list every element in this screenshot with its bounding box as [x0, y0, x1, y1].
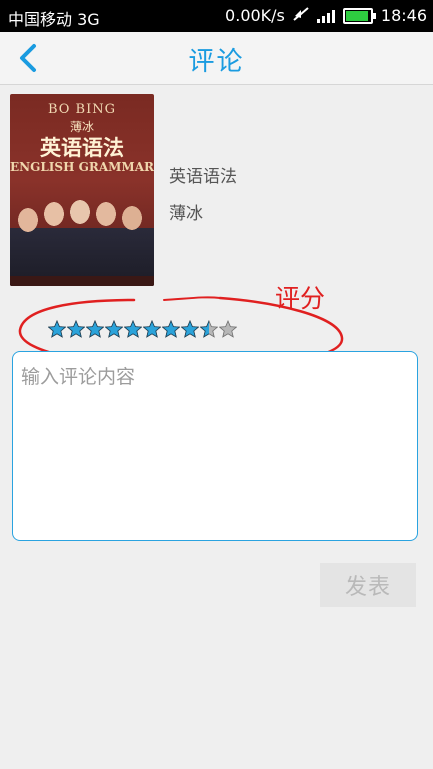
network-speed: 0.00K/s [225, 6, 285, 25]
book-title: 英语语法 [169, 167, 237, 187]
status-bar: 中国移动 3G 0.00K/s 18:46 [0, 0, 433, 32]
comment-input[interactable] [12, 351, 418, 541]
mute-icon [293, 6, 309, 25]
star-icon[interactable] [67, 320, 85, 338]
battery-icon [342, 7, 376, 24]
rating-stars[interactable] [48, 320, 237, 340]
star-icon[interactable] [200, 320, 218, 338]
star-icon[interactable] [181, 320, 199, 338]
app-bar: 评论 [0, 32, 433, 85]
book-cover-image: BO BING 薄冰 英语语法 ENGLISH GRAMMAR [10, 94, 154, 286]
star-icon[interactable] [86, 320, 104, 338]
star-icon[interactable] [162, 320, 180, 338]
star-icon[interactable] [124, 320, 142, 338]
status-indicators: 0.00K/s 18:46 [225, 6, 427, 25]
star-icon[interactable] [219, 320, 237, 338]
cover-title-en: ENGLISH GRAMMAR [10, 160, 154, 174]
cover-people-photo [10, 194, 154, 286]
cover-author-en: BO BING [47, 102, 117, 117]
cover-title-cn: 英语语法 [40, 135, 124, 160]
star-icon[interactable] [143, 320, 161, 338]
page-title: 评论 [188, 47, 245, 77]
signal-icon [316, 9, 335, 23]
carrier-name: 中国移动 3G [8, 10, 100, 29]
book-author: 薄冰 [169, 204, 203, 224]
submit-button[interactable]: 发表 [320, 563, 416, 607]
star-icon[interactable] [48, 320, 66, 338]
clock: 18:46 [380, 6, 427, 25]
star-icon[interactable] [105, 320, 123, 338]
